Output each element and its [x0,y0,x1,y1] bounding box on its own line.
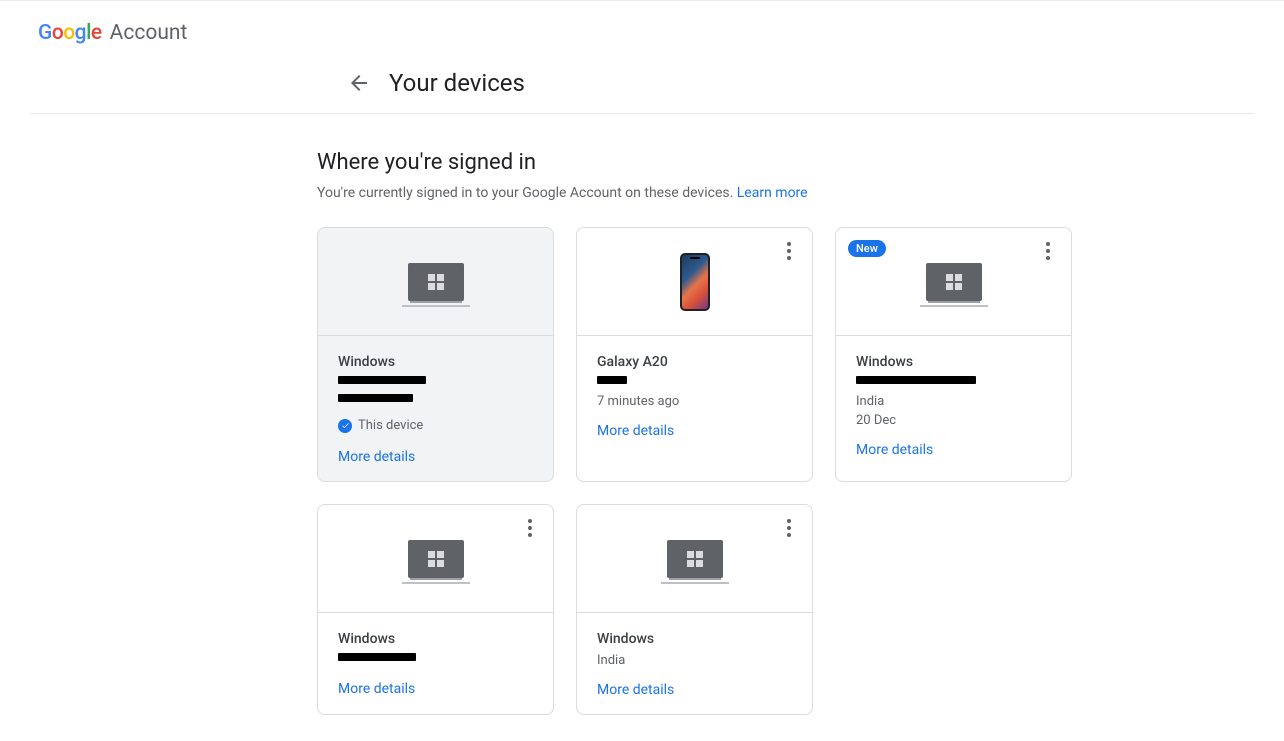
more-details-link[interactable]: More details [856,442,933,458]
back-arrow-icon[interactable] [347,71,371,95]
phone-icon [680,253,710,311]
device-meta: 7 minutes ago [597,394,792,409]
device-card-body: Windows India 20 Dec More details [836,336,1071,474]
this-device-indicator: This device [338,418,533,433]
more-menu-icon[interactable] [780,242,798,260]
device-name: Galaxy A20 [597,354,792,370]
page-title: Your devices [389,69,525,97]
more-menu-icon[interactable] [780,519,798,537]
device-name: Windows [856,354,1051,370]
device-card: Windows This device More details [317,227,554,482]
windows-icon [687,551,703,567]
device-card: New Windows India 20 Dec More details [835,227,1072,482]
learn-more-link[interactable]: Learn more [737,185,808,201]
device-name: Windows [338,631,533,647]
device-name: Windows [338,354,533,370]
device-thumbnail [318,505,553,613]
new-badge: New [848,240,886,257]
google-account-logo[interactable]: Google Account [38,21,187,45]
more-details-link[interactable]: More details [597,682,674,698]
section-description: You're currently signed in to your Googl… [317,185,1077,201]
redacted-text [338,653,416,661]
device-meta: 20 Dec [856,413,1051,428]
device-meta: India [597,653,792,668]
more-details-link[interactable]: More details [338,449,415,465]
device-card-body: Galaxy A20 7 minutes ago More details [577,336,812,455]
title-bar: Your devices [30,57,1254,114]
device-thumbnail: New [836,228,1071,336]
more-menu-icon[interactable] [1039,242,1057,260]
device-thumbnail [318,228,553,336]
device-card: Windows India More details [576,504,813,715]
redacted-text [338,394,413,402]
device-name: Windows [597,631,792,647]
more-details-link[interactable]: More details [597,423,674,439]
devices-grid: WindowsThis deviceMore detailsGalaxy A20… [317,227,1077,715]
laptop-icon [667,540,723,578]
check-icon [338,419,352,433]
laptop-icon [408,540,464,578]
header: Google Account [0,1,1284,57]
device-card-body: Windows This device More details [318,336,553,481]
account-label: Account [110,21,188,45]
device-card: Windows More details [317,504,554,715]
device-card-body: Windows More details [318,613,553,713]
main-content: Where you're signed in You're currently … [317,114,1077,715]
redacted-text [597,376,627,384]
windows-icon [946,274,962,290]
device-card-body: Windows India More details [577,613,812,714]
windows-icon [428,551,444,567]
device-thumbnail [577,228,812,336]
redacted-text [856,376,976,384]
more-menu-icon[interactable] [521,519,539,537]
laptop-icon [926,263,982,301]
device-meta: India [856,394,1051,409]
laptop-icon [408,263,464,301]
more-details-link[interactable]: More details [338,681,415,697]
device-card: Galaxy A20 7 minutes ago More details [576,227,813,482]
redacted-text [338,376,426,384]
section-title: Where you're signed in [317,150,1077,175]
windows-icon [428,274,444,290]
google-logo: Google [38,21,102,45]
device-thumbnail [577,505,812,613]
